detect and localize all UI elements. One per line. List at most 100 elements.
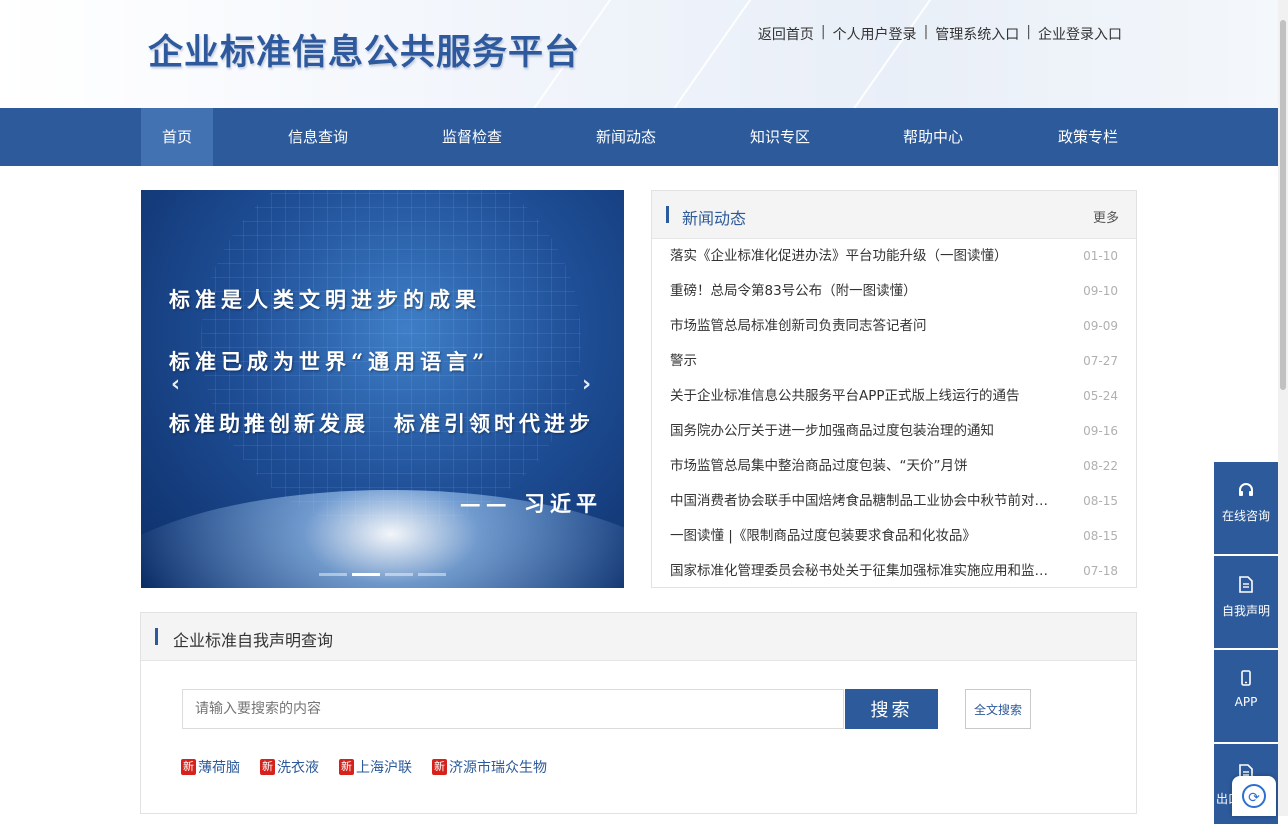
float-item-label: 自我声明 xyxy=(1221,604,1270,618)
news-item-date: 07-27 xyxy=(1083,354,1118,368)
link-personal-login[interactable]: 个人用户登录 xyxy=(833,24,917,44)
news-panel: 新闻动态 更多 落实《企业标准化促进办法》平台功能升级（一图读懂） 01-10 重… xyxy=(651,190,1137,588)
query-panel-header: 企业标准自我声明查询 xyxy=(141,613,1136,661)
news-item-date: 09-09 xyxy=(1083,319,1118,333)
news-item[interactable]: 国家标准化管理委员会秘书处关于征集加强标准实施应用和监督... 07-18 xyxy=(670,554,1118,589)
nav-item-supervision[interactable]: 监督检查 xyxy=(432,108,512,166)
self-declaration-query-panel: 企业标准自我声明查询 搜索 全文搜索 新薄荷脑 新洗衣液 新上海沪联 新济源市瑞… xyxy=(140,612,1137,814)
news-item[interactable]: 中国消费者协会联手中国焙烤食品糖制品工业协会中秋节前对月... 08-15 xyxy=(670,484,1118,519)
chevron-left-icon[interactable]: ‹ xyxy=(171,372,180,397)
news-item-title: 市场监管总局标准创新司负责同志答记者问 xyxy=(670,318,927,334)
link-separator: | xyxy=(820,24,826,40)
banner-slogan: 标准已成为世界“通用语言” xyxy=(169,349,490,374)
hot-tag[interactable]: 新薄荷脑 xyxy=(181,757,240,777)
news-item-title: 一图读懂 |《限制商品过度包装要求食品和化妆品》 xyxy=(670,528,976,544)
news-item[interactable]: 国务院办公厅关于进一步加强商品过度包装治理的通知 09-16 xyxy=(670,414,1118,449)
search-input[interactable] xyxy=(182,689,844,729)
hot-tags: 新薄荷脑 新洗衣液 新上海沪联 新济源市瑞众生物 xyxy=(181,757,547,777)
hot-tag[interactable]: 新上海沪联 xyxy=(339,757,412,777)
online-consult-button[interactable]: 在线咨询 xyxy=(1214,462,1278,554)
assistant-icon: ⟳ xyxy=(1242,784,1266,808)
news-panel-header: 新闻动态 更多 xyxy=(652,191,1136,239)
news-item[interactable]: 警示 07-27 xyxy=(670,344,1118,379)
header-decoration xyxy=(637,0,765,108)
news-panel-title: 新闻动态 xyxy=(682,209,747,228)
title-accent-bar xyxy=(666,206,669,223)
hot-tag[interactable]: 新济源市瑞众生物 xyxy=(432,757,547,777)
site-header: 企业标准信息公共服务平台 返回首页 | 个人用户登录 | 管理系统入口 | 企业… xyxy=(0,0,1278,108)
nav-item-info-query[interactable]: 信息查询 xyxy=(278,108,358,166)
new-badge: 新 xyxy=(181,759,196,775)
search-button[interactable]: 搜索 xyxy=(845,689,938,729)
news-more-link[interactable]: 更多 xyxy=(1093,207,1119,226)
news-item-date: 08-15 xyxy=(1083,529,1118,543)
link-separator: | xyxy=(923,24,929,40)
link-enterprise-login[interactable]: 企业登录入口 xyxy=(1038,24,1122,44)
hot-tag-label: 洗衣液 xyxy=(277,760,319,776)
news-item-title: 重磅！总局令第83号公布（附一图读懂） xyxy=(670,283,917,299)
carousel-dot[interactable] xyxy=(385,573,413,576)
page-scrollbar[interactable] xyxy=(1278,0,1288,816)
news-item[interactable]: 一图读懂 |《限制商品过度包装要求食品和化妆品》 08-15 xyxy=(670,519,1118,554)
nav-item-news[interactable]: 新闻动态 xyxy=(586,108,666,166)
hot-tag-label: 薄荷脑 xyxy=(198,760,240,776)
nav-item-home[interactable]: 首页 xyxy=(141,108,213,166)
news-item-title: 国家标准化管理委员会秘书处关于征集加强标准实施应用和监督... xyxy=(670,563,1060,579)
news-item-date: 07-18 xyxy=(1083,564,1118,578)
hot-tag[interactable]: 新洗衣液 xyxy=(260,757,319,777)
headset-icon xyxy=(1214,482,1278,503)
float-item-label: 在线咨询 xyxy=(1221,509,1270,523)
carousel-dot-active[interactable] xyxy=(352,573,380,576)
hot-tag-label: 上海沪联 xyxy=(356,760,412,776)
news-item-title: 落实《企业标准化促进办法》平台功能升级（一图读懂） xyxy=(670,248,1008,264)
news-item[interactable]: 市场监管总局集中整治商品过度包装、“天价”月饼 08-22 xyxy=(670,449,1118,484)
carousel-dot[interactable] xyxy=(319,573,347,576)
carousel-indicators xyxy=(319,573,446,576)
fulltext-search-button[interactable]: 全文搜索 xyxy=(965,689,1031,729)
news-item-title: 警示 xyxy=(670,353,697,369)
scrollbar-thumb[interactable] xyxy=(1280,20,1286,390)
title-accent-bar xyxy=(155,628,158,645)
news-item-title: 关于企业标准信息公共服务平台APP正式版上线运行的通告 xyxy=(670,388,1020,404)
link-separator: | xyxy=(1026,24,1031,40)
new-badge: 新 xyxy=(339,759,354,775)
main-nav: 首页 信息查询 监督检查 新闻动态 知识专区 帮助中心 政策专栏 xyxy=(0,108,1278,166)
banner-author: —— 习近平 xyxy=(459,491,602,516)
news-item[interactable]: 关于企业标准信息公共服务平台APP正式版上线运行的通告 05-24 xyxy=(670,379,1118,414)
banner-carousel[interactable]: 标准是人类文明进步的成果 标准已成为世界“通用语言” 标准助推创新发展 标准引领… xyxy=(141,190,624,588)
document-icon xyxy=(1214,576,1278,598)
carousel-dot[interactable] xyxy=(418,573,446,576)
news-item-title: 国务院办公厅关于进一步加强商品过度包装治理的通知 xyxy=(670,423,994,439)
link-admin-entry[interactable]: 管理系统入口 xyxy=(935,24,1019,44)
app-button[interactable]: APP xyxy=(1214,650,1278,742)
news-item[interactable]: 落实《企业标准化促进办法》平台功能升级（一图读懂） 01-10 xyxy=(670,239,1118,274)
news-item-date: 09-16 xyxy=(1083,424,1118,438)
news-item-title: 市场监管总局集中整治商品过度包装、“天价”月饼 xyxy=(670,458,968,474)
assistant-widget[interactable]: ⟳ xyxy=(1232,776,1276,816)
nav-item-help[interactable]: 帮助中心 xyxy=(893,108,973,166)
news-item-date: 05-24 xyxy=(1083,389,1118,403)
chevron-right-icon[interactable]: › xyxy=(582,372,591,397)
header-decoration xyxy=(817,0,945,108)
floating-sidebar: 在线咨询 自我声明 APP 出口 xyxy=(1214,462,1278,826)
new-badge: 新 xyxy=(432,759,447,775)
nav-item-policy[interactable]: 政策专栏 xyxy=(1048,108,1128,166)
float-item-label: APP xyxy=(1234,695,1258,709)
banner-slogan: 标准是人类文明进步的成果 xyxy=(169,287,481,312)
nav-item-knowledge[interactable]: 知识专区 xyxy=(740,108,820,166)
phone-icon xyxy=(1214,670,1278,691)
news-item-date: 01-10 xyxy=(1083,249,1118,263)
news-item-date: 08-15 xyxy=(1083,494,1118,508)
news-item-date: 09-10 xyxy=(1083,284,1118,298)
link-home[interactable]: 返回首页 xyxy=(758,24,814,44)
new-badge: 新 xyxy=(260,759,275,775)
query-panel-title: 企业标准自我声明查询 xyxy=(173,631,334,650)
news-item-title: 中国消费者协会联手中国焙烤食品糖制品工业协会中秋节前对月... xyxy=(670,493,1060,509)
news-item[interactable]: 市场监管总局标准创新司负责同志答记者问 09-09 xyxy=(670,309,1118,344)
news-item-date: 08-22 xyxy=(1083,459,1118,473)
banner-slogan: 标准助推创新发展 标准引领时代进步 xyxy=(169,411,594,436)
self-declaration-button[interactable]: 自我声明 xyxy=(1214,556,1278,648)
news-item[interactable]: 重磅！总局令第83号公布（附一图读懂） 09-10 xyxy=(670,274,1118,309)
site-title: 企业标准信息公共服务平台 xyxy=(148,33,581,73)
top-links: 返回首页 | 个人用户登录 | 管理系统入口 | 企业登录入口 xyxy=(758,24,1122,44)
